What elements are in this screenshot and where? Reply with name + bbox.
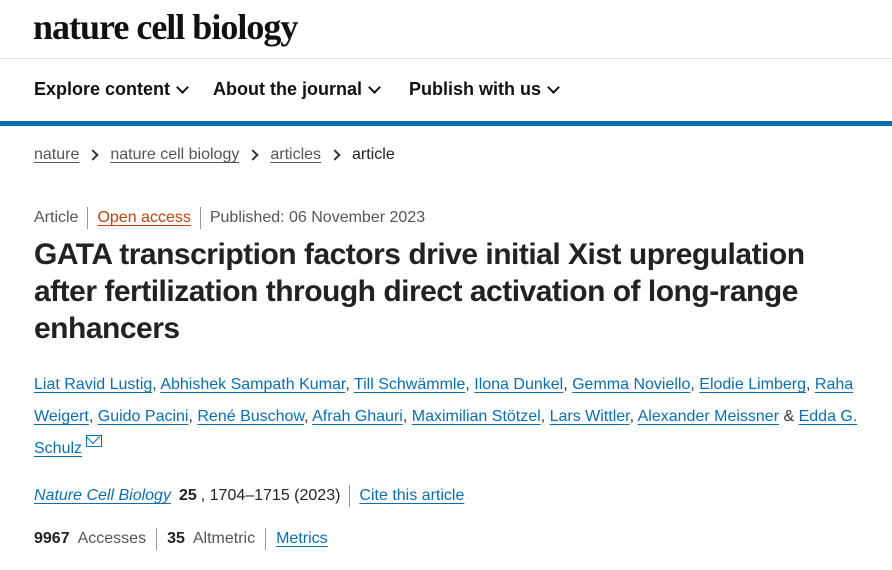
author-separator: , xyxy=(563,376,568,393)
accesses-label: Accesses xyxy=(77,530,147,547)
breadcrumb: nature nature cell biology articles arti… xyxy=(34,146,395,164)
nav-label: About the journal xyxy=(213,79,362,99)
citation-line: Nature Cell Biology 25 , 1704–1715 (2023… xyxy=(34,485,464,507)
chevron-right-icon xyxy=(329,149,341,161)
author-link[interactable]: Maximilian Stötzel xyxy=(412,408,541,425)
chevron-right-icon xyxy=(247,149,260,161)
author-separator: , xyxy=(188,408,193,425)
mail-icon[interactable] xyxy=(86,435,103,447)
nav-label: Publish with us xyxy=(409,79,542,99)
chevron-down-icon xyxy=(368,80,381,94)
author-separator: , xyxy=(690,376,695,393)
author-separator: , xyxy=(304,408,309,425)
author-link[interactable]: René Buschow xyxy=(197,408,304,425)
author-link[interactable]: Afrah Ghauri xyxy=(312,408,403,425)
chevron-right-icon xyxy=(87,149,100,161)
article-meta: Article Open access Published: 06 Novemb… xyxy=(34,207,425,229)
open-access-link[interactable]: Open access xyxy=(97,209,190,227)
article-type: Article xyxy=(34,209,79,226)
journal-logo[interactable]: nature cell biology xyxy=(33,6,298,48)
volume: 25 xyxy=(178,487,197,504)
breadcrumb-journal[interactable]: nature cell biology xyxy=(110,146,239,164)
altmetric-label: Altmetric xyxy=(192,530,256,547)
author-separator: , xyxy=(345,376,350,393)
chevron-down-icon xyxy=(547,80,560,94)
breadcrumb-current: article xyxy=(352,146,395,163)
divider xyxy=(265,528,267,550)
author-link[interactable]: Alexander Meissner xyxy=(638,408,779,425)
author-separator: , xyxy=(402,408,408,425)
journal-link[interactable]: Nature Cell Biology xyxy=(34,487,171,505)
author-link[interactable]: Ilona Dunkel xyxy=(474,376,563,393)
nav-publish-with-us[interactable]: Publish with us xyxy=(409,79,560,100)
article-title: GATA transcription factors drive initial… xyxy=(34,238,805,345)
pages: , 1704–1715 (2023) xyxy=(200,487,341,504)
author-link[interactable]: Guido Pacini xyxy=(98,408,189,425)
divider xyxy=(156,528,158,550)
author-list: Liat Ravid Lustig, Abhishek Sampath Kuma… xyxy=(34,369,874,465)
breadcrumb-nature[interactable]: nature xyxy=(34,146,79,164)
divider xyxy=(87,207,89,229)
author-separator: , xyxy=(465,376,470,393)
chevron-down-icon xyxy=(176,80,189,94)
author-separator: & xyxy=(783,408,795,425)
nav-explore-content[interactable]: Explore content xyxy=(34,79,189,100)
header: nature cell biology xyxy=(0,0,892,59)
nav-label: Explore content xyxy=(34,79,171,99)
author-separator: , xyxy=(152,376,157,393)
article-metrics: 9967 Accesses 35 Altmetric Metrics xyxy=(34,528,328,550)
author-separator: , xyxy=(629,408,635,425)
metrics-link[interactable]: Metrics xyxy=(276,530,328,548)
altmetric-count: 35 xyxy=(167,530,185,547)
nav-about-journal[interactable]: About the journal xyxy=(213,79,381,100)
author-link[interactable]: Elodie Limberg xyxy=(699,376,806,393)
divider xyxy=(199,207,201,229)
cite-this-article-link[interactable]: Cite this article xyxy=(359,487,464,505)
author-link[interactable]: Abhishek Sampath Kumar xyxy=(160,376,345,393)
author-link[interactable]: Liat Ravid Lustig xyxy=(34,376,152,393)
author-link[interactable]: Lars Wittler xyxy=(550,408,630,425)
nav-divider xyxy=(0,121,892,126)
accesses-count: 9967 xyxy=(34,530,70,547)
main-nav: Explore content About the journal Publis… xyxy=(0,59,892,121)
author-separator: , xyxy=(540,408,546,425)
author-separator: , xyxy=(88,408,94,425)
published-date: Published: 06 November 2023 xyxy=(209,209,426,226)
author-link[interactable]: Gemma Noviello xyxy=(572,376,690,393)
author-separator: , xyxy=(806,376,811,393)
breadcrumb-articles[interactable]: articles xyxy=(270,146,321,164)
author-link[interactable]: Till Schwämmle xyxy=(354,376,465,393)
divider xyxy=(349,485,351,507)
